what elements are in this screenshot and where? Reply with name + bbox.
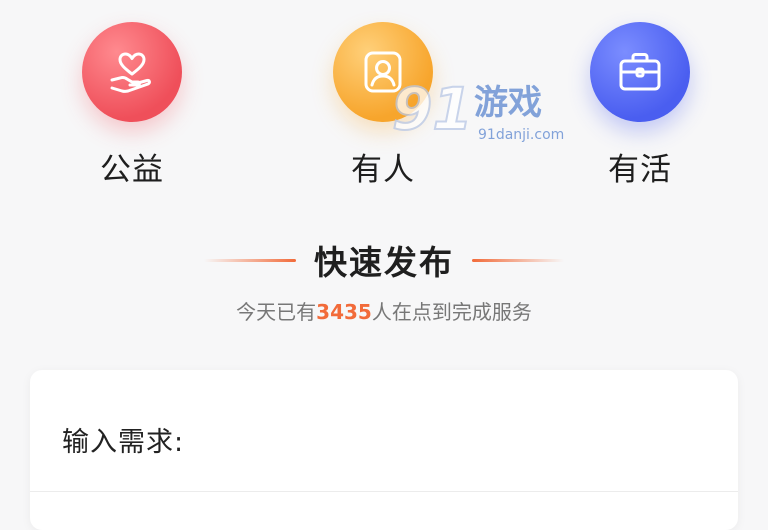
heart-hand-icon [82,22,182,122]
stats-prefix: 今天已有 [236,300,317,324]
category-jobs[interactable]: 有活 [560,22,720,189]
category-charity[interactable]: 公益 [52,22,212,189]
stats-suffix: 人在点到完成服务 [371,300,532,324]
briefcase-icon [590,22,690,122]
watermark-text: 游戏 [474,83,542,123]
category-label: 公益 [100,152,164,188]
stats-count: 3435 [316,300,372,324]
category-label: 有活 [608,152,672,188]
decorative-line-right [472,258,564,262]
request-input-card[interactable]: 输入需求: [30,370,738,530]
category-people[interactable]: 有人 [303,22,463,189]
card-divider [30,491,738,492]
category-label: 有人 [351,152,415,188]
watermark-url: 91danji.com [478,127,565,143]
service-stats: 今天已有3435人在点到完成服务 [0,296,768,325]
decorative-line-left [204,258,296,262]
request-input-label: 输入需求: [62,427,185,458]
quick-publish-title: 快速发布 [314,243,454,282]
person-frame-icon [333,22,433,122]
quick-publish-heading: 快速发布 [0,238,768,282]
